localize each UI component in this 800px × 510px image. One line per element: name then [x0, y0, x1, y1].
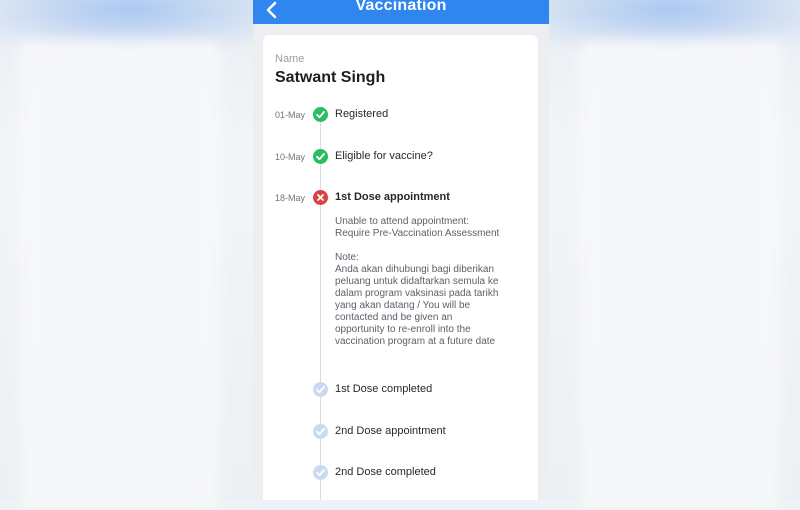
step-label: Registered: [335, 108, 389, 120]
x-circle-icon: [313, 190, 328, 205]
vaccination-status-card: Name Satwant Singh 01-May Registered 10-…: [263, 35, 538, 500]
check-circle-icon: [313, 382, 328, 397]
background-panel-right: [580, 40, 780, 510]
step-label: 1st Dose appointment: [335, 191, 450, 203]
step-label: 2nd Dose appointment: [335, 425, 446, 437]
check-circle-icon: [313, 149, 328, 164]
check-circle-icon: [313, 107, 328, 122]
step-date: 01-May: [275, 110, 306, 120]
step-date: 10-May: [275, 152, 306, 162]
page-title: Vaccination: [355, 0, 447, 14]
step-note: Note: Anda akan dihubungi bagi diberikan…: [335, 252, 499, 347]
background-panel-left: [20, 40, 220, 510]
step-label: Eligible for vaccine?: [335, 150, 433, 162]
step-label: 2nd Dose completed: [335, 466, 436, 478]
check-circle-icon: [313, 424, 328, 439]
step-detail: Unable to attend appointment: Require Pr…: [335, 216, 500, 239]
check-circle-icon: [313, 465, 328, 480]
name-label: Name: [275, 53, 305, 65]
timeline-rail: [320, 115, 321, 500]
app-header: Vaccination: [253, 0, 549, 24]
app-screen: Vaccination Name Satwant Singh 01-May Re…: [253, 0, 549, 500]
step-label: 1st Dose completed: [335, 383, 433, 395]
name-value: Satwant Singh: [275, 69, 386, 86]
step-date: 18-May: [275, 193, 306, 203]
